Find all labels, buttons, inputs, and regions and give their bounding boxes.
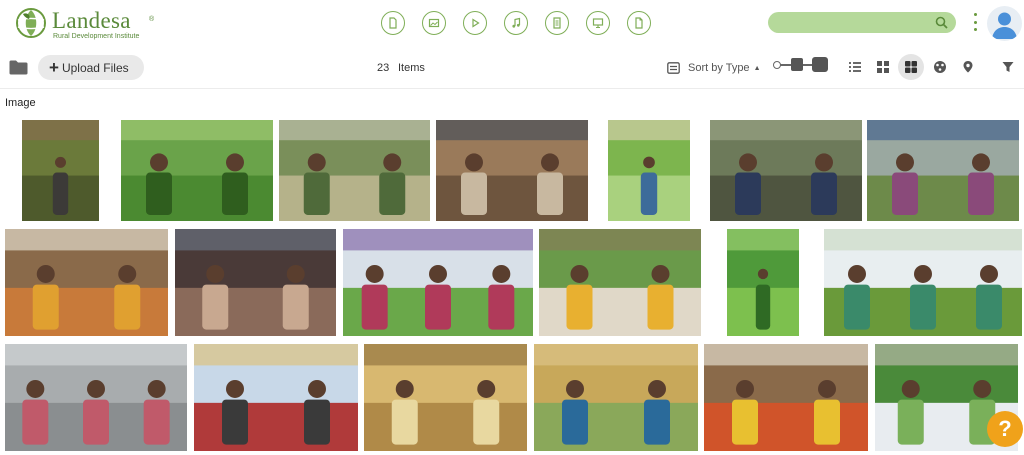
filter-icon	[1002, 62, 1014, 72]
user-avatar-icon	[992, 12, 1017, 39]
gallery-thumbnail[interactable]	[121, 120, 273, 221]
brand-name: Landesa	[52, 8, 131, 33]
photo-image	[824, 229, 1022, 336]
grid-small-view-button[interactable]	[870, 54, 896, 80]
plus-icon: +	[49, 58, 59, 77]
list-view-button[interactable]	[842, 54, 868, 80]
gallery-thumbnail[interactable]	[343, 229, 533, 336]
type-filter-bar	[381, 11, 651, 35]
photo-image	[608, 120, 690, 221]
presentation-filter-button[interactable]	[586, 11, 610, 35]
gallery-thumbnail[interactable]	[5, 229, 168, 336]
photo-image	[867, 120, 1019, 221]
gallery-thumbnail[interactable]	[704, 344, 868, 451]
more-options-icon[interactable]	[970, 13, 980, 31]
photo-image	[5, 229, 168, 336]
gallery-thumbnail[interactable]	[534, 344, 698, 451]
audio-filter-button[interactable]	[504, 11, 528, 35]
upload-files-button[interactable]: + Upload Files	[38, 55, 144, 80]
avatar[interactable]	[987, 6, 1022, 41]
grid-small-icon	[877, 61, 889, 73]
music-note-icon	[512, 17, 521, 28]
landesa-logo[interactable]: Landesa ® Rural Development Institute	[14, 6, 154, 42]
slider-handle[interactable]	[791, 58, 803, 71]
gallery-thumbnail[interactable]	[22, 120, 99, 221]
search-icon[interactable]	[935, 16, 948, 29]
gallery-thumbnail[interactable]	[867, 120, 1019, 221]
photo-image	[710, 120, 862, 221]
item-count: 23	[377, 62, 390, 74]
slider-min-icon	[773, 61, 781, 69]
map-view-button[interactable]	[955, 54, 981, 80]
photo-image	[436, 120, 588, 221]
toolbar: + Upload Files 23 Items Sort by Type ▲	[0, 47, 1024, 89]
search-bar	[768, 12, 956, 33]
presentation-icon	[592, 18, 604, 29]
gallery-thumbnail[interactable]	[194, 344, 358, 451]
gallery-thumbnail[interactable]	[608, 120, 690, 221]
text-document-icon	[553, 17, 561, 29]
help-button[interactable]: ?	[987, 411, 1023, 447]
grid-large-view-button[interactable]	[898, 54, 924, 80]
gallery-thumbnail[interactable]	[5, 344, 187, 451]
collection-icon	[934, 61, 946, 73]
text-filter-button[interactable]	[545, 11, 569, 35]
photo-image	[539, 229, 701, 336]
file-filter-button[interactable]	[627, 11, 651, 35]
sort-dropdown[interactable]: Sort by Type ▲	[667, 60, 761, 76]
section-title: Image	[5, 97, 36, 109]
photo-image	[343, 229, 533, 336]
item-count-label: Items	[398, 62, 425, 74]
folder-icon[interactable]	[9, 59, 28, 75]
play-icon	[472, 18, 480, 28]
photo-image	[121, 120, 273, 221]
map-pin-icon	[963, 61, 973, 73]
gallery-thumbnail[interactable]	[727, 229, 799, 336]
photo-image	[194, 344, 358, 451]
upload-files-label: Upload Files	[61, 60, 129, 75]
grid-large-icon	[905, 61, 917, 73]
filter-button[interactable]	[995, 54, 1021, 80]
gallery-thumbnail[interactable]	[364, 344, 527, 451]
photo-image	[704, 344, 868, 451]
photo-image	[727, 229, 799, 336]
collection-view-button[interactable]	[927, 54, 953, 80]
list-view-icon	[849, 62, 861, 72]
document-icon	[389, 17, 397, 29]
trademark-mark: ®	[149, 16, 155, 23]
photo-image	[364, 344, 527, 451]
leaf-globe-icon	[16, 8, 46, 38]
gallery-thumbnail[interactable]	[824, 229, 1022, 336]
file-icon	[635, 17, 643, 29]
search-input[interactable]	[778, 14, 928, 31]
top-bar: Landesa ® Rural Development Institute	[0, 0, 1024, 47]
sort-ascending-icon: ▲	[753, 64, 761, 72]
slider-max-icon	[812, 57, 828, 72]
photo-image	[175, 229, 336, 336]
image-filter-button[interactable]	[422, 11, 446, 35]
gallery-thumbnail[interactable]	[175, 229, 336, 336]
photo-image	[22, 120, 99, 221]
thumbnail-size-slider[interactable]	[773, 57, 829, 73]
gallery-thumbnail[interactable]	[710, 120, 862, 221]
gallery-thumbnail[interactable]	[279, 120, 430, 221]
gallery-thumbnail[interactable]	[436, 120, 588, 221]
gallery-thumbnail[interactable]	[539, 229, 701, 336]
photo-image	[5, 344, 187, 451]
image-icon	[428, 18, 440, 28]
sort-icon	[667, 62, 680, 74]
photo-image	[534, 344, 698, 451]
video-filter-button[interactable]	[463, 11, 487, 35]
brand-tagline: Rural Development Institute	[53, 33, 140, 40]
photo-image	[279, 120, 430, 221]
sort-label: Sort by Type	[688, 62, 750, 74]
document-filter-button[interactable]	[381, 11, 405, 35]
